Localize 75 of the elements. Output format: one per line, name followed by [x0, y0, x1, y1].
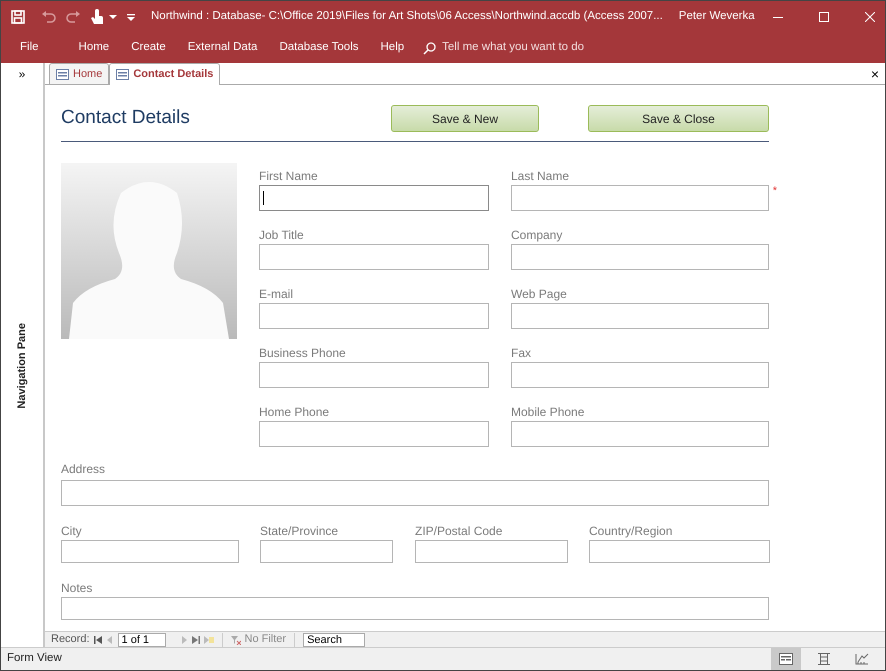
- form-icon: [56, 68, 69, 80]
- text-field[interactable]: [259, 244, 489, 270]
- field-label: City: [61, 523, 83, 538]
- form-view-icon: [779, 653, 793, 665]
- field-label: Home Phone: [259, 404, 330, 419]
- close-icon: [864, 12, 875, 22]
- text-field[interactable]: [511, 244, 769, 270]
- text-field[interactable]: [259, 362, 489, 388]
- field-label: Last Name: [511, 168, 570, 183]
- field-label: ZIP/Postal Code: [415, 523, 504, 538]
- field-label: State/Province: [260, 523, 340, 538]
- search-field[interactable]: Search: [303, 632, 366, 646]
- navigation-pane-label[interactable]: Navigation Pane: [14, 323, 30, 409]
- record-label: Record:: [51, 632, 90, 648]
- text-field[interactable]: [511, 185, 769, 211]
- field-label: Notes: [61, 580, 94, 595]
- field-label: Web Page: [511, 286, 568, 301]
- status-text: Form View: [7, 651, 62, 666]
- text-field[interactable]: [61, 540, 239, 563]
- field-label: E-mail: [259, 286, 294, 301]
- field-label: Fax: [511, 345, 532, 360]
- customize-icon[interactable]: [127, 13, 135, 21]
- text-field[interactable]: [259, 303, 489, 329]
- required-marker: *: [772, 184, 777, 199]
- dropdown-icon[interactable]: [109, 14, 117, 20]
- save-button[interactable]: Save & New: [391, 105, 539, 132]
- window-title: Northwind : Database- C:\Office 2019\Files for Art Shots\06 Access\Northwind.accdb (Access 2007...: [151, 9, 663, 24]
- field-label: Company: [511, 227, 564, 242]
- field-label: Business Phone: [259, 345, 347, 360]
- field-label: Job Title: [259, 227, 305, 242]
- tell-me-search[interactable]: Tell me what you want to do: [436, 38, 590, 58]
- ribbon-tab[interactable]: File: [9, 39, 50, 57]
- ribbon-tab[interactable]: External Data: [176, 39, 268, 57]
- document-tab[interactable]: Contact Details: [109, 63, 220, 85]
- form-title: Contact Details: [61, 107, 191, 130]
- ribbon-tab[interactable]: Home: [68, 39, 120, 57]
- touch-mode-icon[interactable]: [91, 9, 103, 25]
- undo-icon[interactable]: [41, 11, 57, 23]
- text-field[interactable]: [511, 303, 769, 329]
- record-position-field[interactable]: 1 of 1: [118, 632, 166, 646]
- maximize-icon: [818, 12, 829, 22]
- last-record-icon[interactable]: [192, 636, 200, 644]
- design-view-icon: [855, 653, 869, 665]
- first-record-icon[interactable]: [94, 636, 102, 644]
- form-icon: [116, 69, 130, 80]
- field-label: Country/Region: [589, 523, 674, 538]
- filter-icon[interactable]: [230, 634, 241, 644]
- close-document-button[interactable]: ×: [864, 66, 885, 82]
- ribbon-tab[interactable]: Help: [370, 39, 416, 57]
- form-view-button[interactable]: [771, 648, 801, 670]
- layout-view-icon: [817, 653, 831, 665]
- text-field[interactable]: [589, 540, 770, 563]
- text-field[interactable]: [259, 185, 489, 211]
- text-field[interactable]: [61, 597, 769, 620]
- text-field[interactable]: [61, 480, 769, 506]
- text-field[interactable]: [415, 540, 568, 563]
- user-name: Peter Weverka: [678, 9, 755, 24]
- search-icon: [423, 42, 436, 54]
- text-field[interactable]: [259, 421, 489, 447]
- save-icon[interactable]: [11, 10, 25, 24]
- field-label: Mobile Phone: [511, 404, 586, 419]
- next-record-icon[interactable]: [180, 636, 188, 644]
- text-field[interactable]: [260, 540, 393, 563]
- navigation-pane-toggle[interactable]: »: [18, 63, 26, 85]
- text-field[interactable]: [511, 362, 769, 388]
- redo-icon[interactable]: [65, 11, 81, 23]
- save-button[interactable]: Save & Close: [588, 105, 769, 132]
- document-tab[interactable]: Home: [49, 63, 110, 84]
- new-record-icon[interactable]: [204, 636, 214, 644]
- field-label: First Name: [259, 168, 319, 183]
- previous-record-icon[interactable]: [106, 636, 114, 644]
- ribbon-tab[interactable]: Database Tools: [268, 39, 370, 57]
- text-field[interactable]: [511, 421, 769, 447]
- ribbon-tab[interactable]: Create: [120, 39, 177, 57]
- field-label: Address: [61, 461, 106, 476]
